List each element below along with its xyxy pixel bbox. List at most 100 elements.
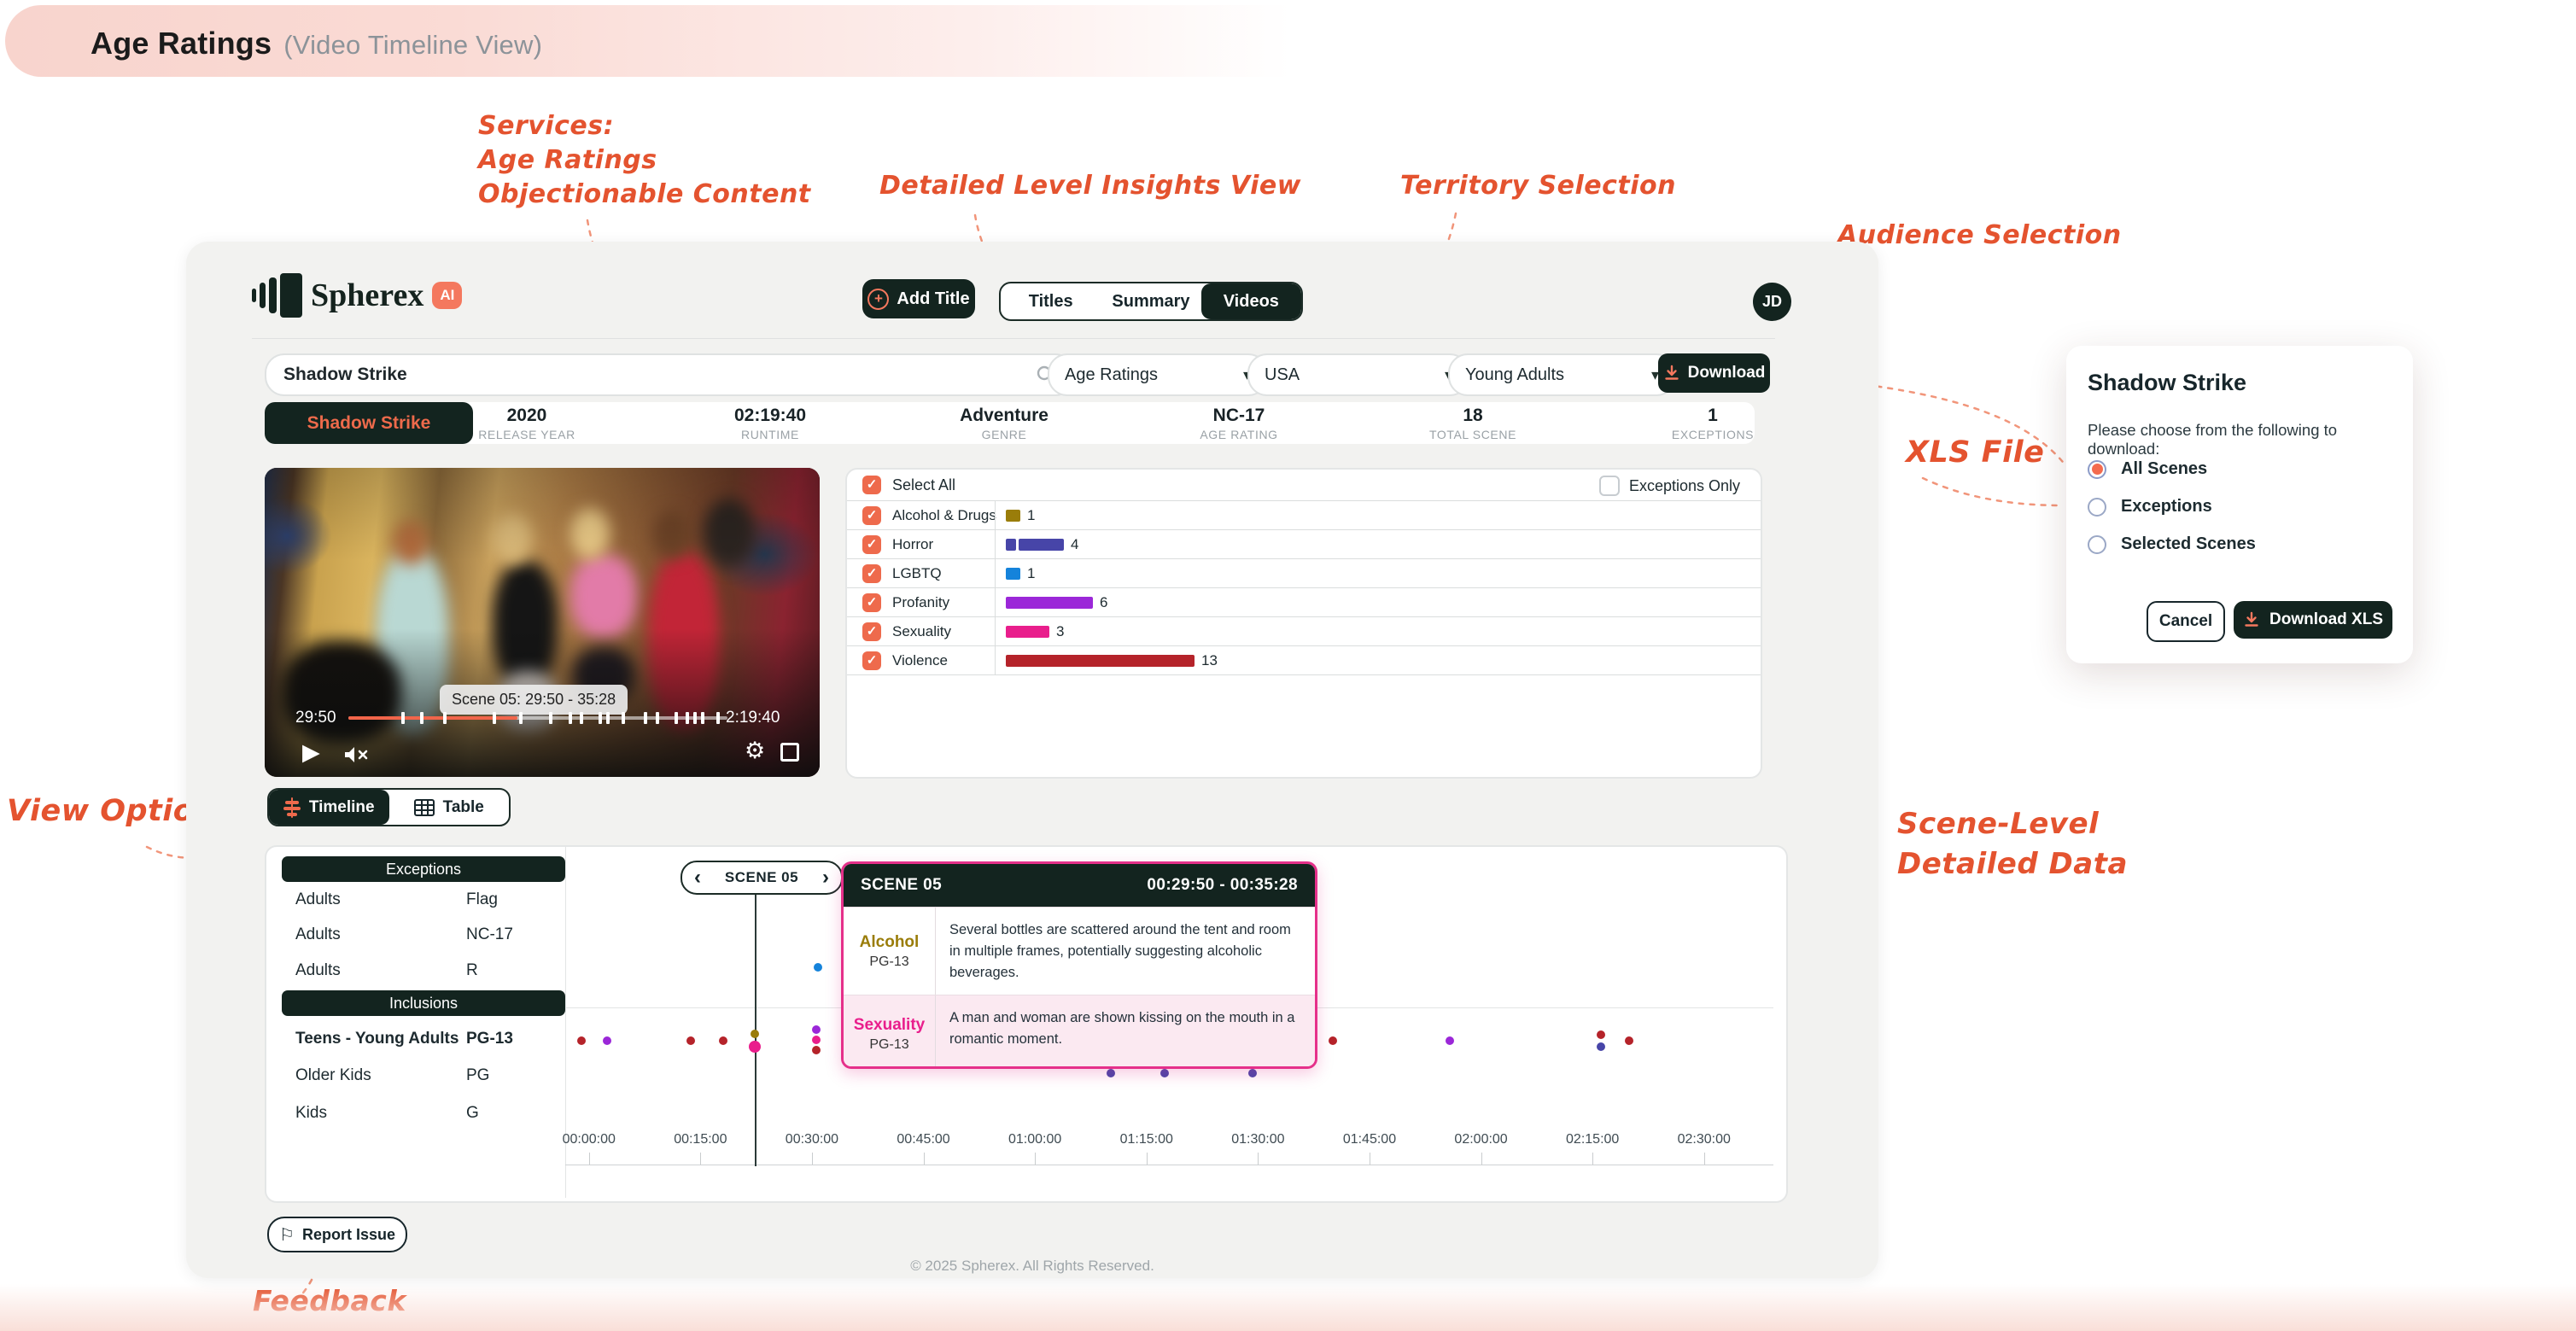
- checkbox-checked-icon[interactable]: ✓: [862, 622, 881, 641]
- scene-card-row-alcohol: AlcoholPG-13Several bottles are scattere…: [844, 907, 1315, 995]
- scene-tick: [686, 712, 689, 724]
- timeline-panel: Exceptions Inclusions AdultsFlagAdultsNC…: [265, 845, 1788, 1203]
- event-dot-horror[interactable]: [1248, 1069, 1257, 1077]
- play-button[interactable]: ▶: [302, 739, 320, 766]
- event-dot-horror[interactable]: [1160, 1069, 1169, 1077]
- axis-tick-label: 00:15:00: [674, 1132, 727, 1147]
- checkbox-checked-icon[interactable]: ✓: [862, 593, 881, 612]
- player-gradient-overlay: [265, 468, 820, 777]
- scene-navigator: ‹ SCENE 05 ›: [681, 861, 843, 895]
- radio-icon[interactable]: [2088, 535, 2106, 554]
- event-dot-violence[interactable]: [1625, 1036, 1633, 1045]
- cancel-button[interactable]: Cancel: [2147, 601, 2225, 642]
- download-icon: [2243, 611, 2260, 628]
- fullscreen-icon[interactable]: [780, 743, 799, 762]
- gear-icon[interactable]: ⚙: [745, 738, 765, 764]
- exceptions-only-toggle[interactable]: Exceptions Only: [1599, 476, 1740, 496]
- event-dot-violence[interactable]: [719, 1036, 727, 1045]
- scene-detail-card[interactable]: SCENE 05 00:29:50 - 00:35:28 AlcoholPG-1…: [841, 861, 1317, 1069]
- category-count: 1: [1027, 507, 1035, 524]
- event-dot-horror[interactable]: [1107, 1069, 1115, 1077]
- rating-row: AdultsFlag: [282, 887, 565, 913]
- event-dot-violence[interactable]: [577, 1036, 586, 1045]
- radio-option-all-scenes[interactable]: All Scenes: [2088, 459, 2207, 479]
- radio-icon[interactable]: [2088, 498, 2106, 517]
- category-label: Alcohol & Drugs: [892, 507, 996, 524]
- checkbox-checked-icon[interactable]: ✓: [862, 476, 881, 494]
- event-dot-profanity[interactable]: [603, 1036, 611, 1045]
- download-xls-button[interactable]: Download XLS: [2234, 601, 2392, 639]
- scene-tick: [569, 712, 572, 724]
- scene-description: Several bottles are scattered around the…: [936, 908, 1315, 995]
- brand-name: Spherex: [311, 277, 423, 314]
- download-button[interactable]: Download: [1658, 353, 1770, 393]
- event-dot-lgbtq[interactable]: [814, 963, 822, 972]
- video-player[interactable]: Scene 05: 29:50 - 35:28 29:50 2:19:40 ▶ …: [265, 468, 820, 777]
- category-label: LGBTQ: [892, 565, 942, 582]
- modal-title: Shadow Strike: [2088, 370, 2246, 396]
- service-dropdown[interactable]: Age Ratings ▾: [1048, 353, 1268, 396]
- event-dot-horror[interactable]: [1597, 1042, 1605, 1051]
- scene-marker-line: [755, 891, 756, 1166]
- metadata-column: 1EXCEPTIONS: [1672, 402, 1754, 444]
- checkbox-checked-icon[interactable]: ✓: [862, 535, 881, 554]
- category-label: Horror: [892, 536, 933, 553]
- event-dot-profanity[interactable]: [812, 1025, 821, 1034]
- event-dot-alcohol[interactable]: [751, 1030, 759, 1038]
- tab-titles[interactable]: Titles: [1001, 283, 1101, 319]
- event-dot-violence[interactable]: [686, 1036, 695, 1045]
- avatar[interactable]: JD: [1753, 283, 1791, 321]
- scene-description: A man and woman are shown kissing on the…: [936, 995, 1315, 1069]
- checkbox-checked-icon[interactable]: ✓: [862, 506, 881, 525]
- tab-summary[interactable]: Summary: [1101, 283, 1200, 319]
- annotation-territory: Territory Selection: [1400, 171, 1676, 201]
- page-subtitle: (Video Timeline View): [283, 30, 542, 60]
- radio-option-exceptions[interactable]: Exceptions: [2088, 497, 2212, 517]
- event-dot-sexuality[interactable]: [749, 1041, 761, 1053]
- mute-icon[interactable]: [343, 744, 369, 765]
- checkbox-checked-icon[interactable]: ✓: [862, 564, 881, 583]
- checkbox-unchecked-icon[interactable]: [1599, 476, 1620, 496]
- axis-tick-label: 01:00:00: [1008, 1132, 1061, 1147]
- category-count-bar: 4: [1006, 530, 1078, 558]
- checkbox-checked-icon[interactable]: ✓: [862, 651, 881, 670]
- annotation-scene-level: Scene-Level Detailed Data: [1897, 804, 2128, 884]
- axis-tick-label: 02:15:00: [1566, 1132, 1619, 1147]
- audience-dropdown[interactable]: Young Adults ▾: [1448, 353, 1676, 396]
- axis-tick-label: 00:45:00: [897, 1132, 949, 1147]
- scene-tick: [606, 712, 610, 724]
- chevron-right-icon[interactable]: ›: [822, 867, 829, 888]
- tab-videos[interactable]: Videos: [1201, 283, 1301, 319]
- event-dot-violence[interactable]: [1329, 1036, 1337, 1045]
- view-mode-toggle: Timeline Table: [267, 788, 511, 826]
- event-dot-profanity[interactable]: [1446, 1036, 1454, 1045]
- title-tab[interactable]: Shadow Strike: [265, 402, 473, 444]
- event-dot-sexuality[interactable]: [812, 1036, 821, 1044]
- scene-category: SexualityPG-13: [844, 995, 936, 1069]
- search-input[interactable]: Shadow Strike: [265, 353, 1075, 396]
- event-dot-violence[interactable]: [812, 1046, 821, 1054]
- report-issue-button[interactable]: ⚐ Report Issue: [267, 1217, 407, 1252]
- radio-option-selected-scenes[interactable]: Selected Scenes: [2088, 534, 2256, 554]
- table-view-button[interactable]: Table: [389, 790, 510, 825]
- scene-tick: [493, 712, 496, 724]
- category-label: Profanity: [892, 594, 949, 611]
- rating-row: KidsG: [282, 1100, 565, 1126]
- chevron-left-icon[interactable]: ‹: [694, 867, 701, 888]
- download-icon: [1663, 365, 1680, 382]
- category-label: Violence: [892, 652, 948, 669]
- scene-tick: [519, 712, 523, 724]
- scene-card-timerange: 00:29:50 - 00:35:28: [1147, 876, 1298, 895]
- rating-row: AdultsR: [282, 958, 565, 984]
- territory-dropdown[interactable]: USA ▾: [1247, 353, 1469, 396]
- metadata-column: AdventureGENRE: [960, 402, 1049, 444]
- radio-icon[interactable]: [2088, 460, 2106, 479]
- ai-badge: AI: [432, 282, 462, 309]
- page-banner: Age Ratings(Video Timeline View): [5, 5, 1291, 77]
- seek-bar[interactable]: [348, 716, 727, 720]
- timeline-view-button[interactable]: Timeline: [269, 790, 389, 825]
- event-dot-violence[interactable]: [1597, 1030, 1605, 1039]
- axis-tick-label: 02:30:00: [1678, 1132, 1731, 1147]
- add-title-button[interactable]: + Add Title: [862, 279, 975, 318]
- table-icon: [414, 799, 435, 816]
